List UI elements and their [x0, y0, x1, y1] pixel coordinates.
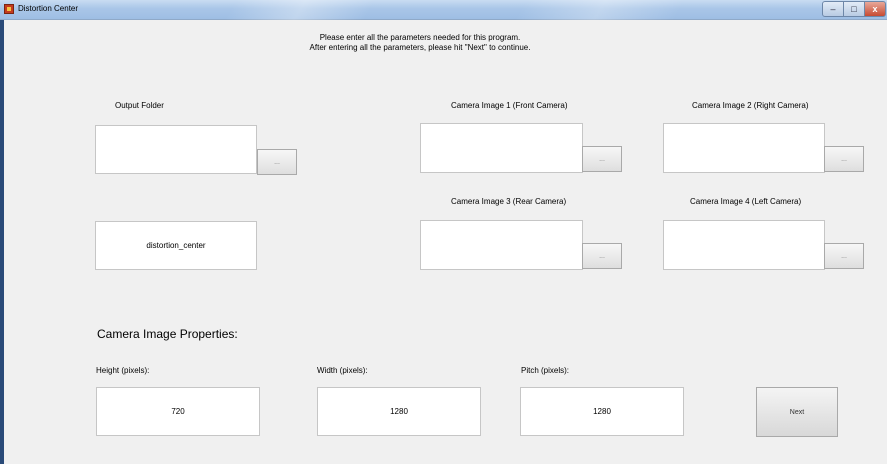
pitch-label: Pitch (pixels): — [521, 366, 570, 375]
close-button[interactable]: x — [864, 1, 886, 17]
camera-image-4-browse-button[interactable]: ... — [824, 243, 864, 269]
camera-image-4-label: Camera Image 4 (Left Camera) — [690, 197, 802, 206]
title-bar-sheen — [224, 0, 376, 20]
camera-image-1-field[interactable] — [420, 123, 583, 173]
width-label: Width (pixels): — [317, 366, 368, 375]
output-folder-field[interactable] — [95, 125, 257, 174]
instructions-line-2: After entering all the parameters, pleas… — [309, 43, 531, 52]
camera-image-3-label: Camera Image 3 (Rear Camera) — [451, 197, 567, 206]
camera-image-3-field[interactable] — [420, 220, 583, 270]
title-bar[interactable]: Distortion Center – □ x — [0, 0, 887, 20]
maximize-button[interactable]: □ — [843, 1, 865, 17]
instructions-line-1: Please enter all the parameters needed f… — [319, 33, 521, 42]
pitch-input[interactable]: 1280 — [520, 387, 684, 436]
next-button[interactable]: Next — [756, 387, 838, 437]
height-input[interactable]: 720 — [96, 387, 260, 436]
camera-image-3-browse-button[interactable]: ... — [582, 243, 622, 269]
window-title: Distortion Center — [18, 4, 79, 13]
app-icon[interactable] — [4, 4, 14, 14]
height-label: Height (pixels): — [96, 366, 150, 375]
camera-image-2-label: Camera Image 2 (Right Camera) — [692, 101, 809, 110]
window-border — [0, 20, 4, 464]
title-bar-sheen — [514, 0, 686, 20]
camera-image-1-browse-button[interactable]: ... — [582, 146, 622, 172]
width-input[interactable]: 1280 — [317, 387, 481, 436]
camera-image-2-field[interactable] — [663, 123, 825, 173]
camera-image-2-browse-button[interactable]: ... — [824, 146, 864, 172]
minimize-button[interactable]: – — [822, 1, 844, 17]
output-folder-label: Output Folder — [115, 101, 164, 110]
properties-heading: Camera Image Properties: — [97, 327, 238, 341]
folder-name-field[interactable]: distortion_center — [95, 221, 257, 270]
instructions: Please enter all the parameters needed f… — [250, 33, 590, 53]
output-folder-browse-button[interactable]: ... — [257, 149, 297, 175]
camera-image-1-label: Camera Image 1 (Front Camera) — [451, 101, 568, 110]
camera-image-4-field[interactable] — [663, 220, 825, 270]
